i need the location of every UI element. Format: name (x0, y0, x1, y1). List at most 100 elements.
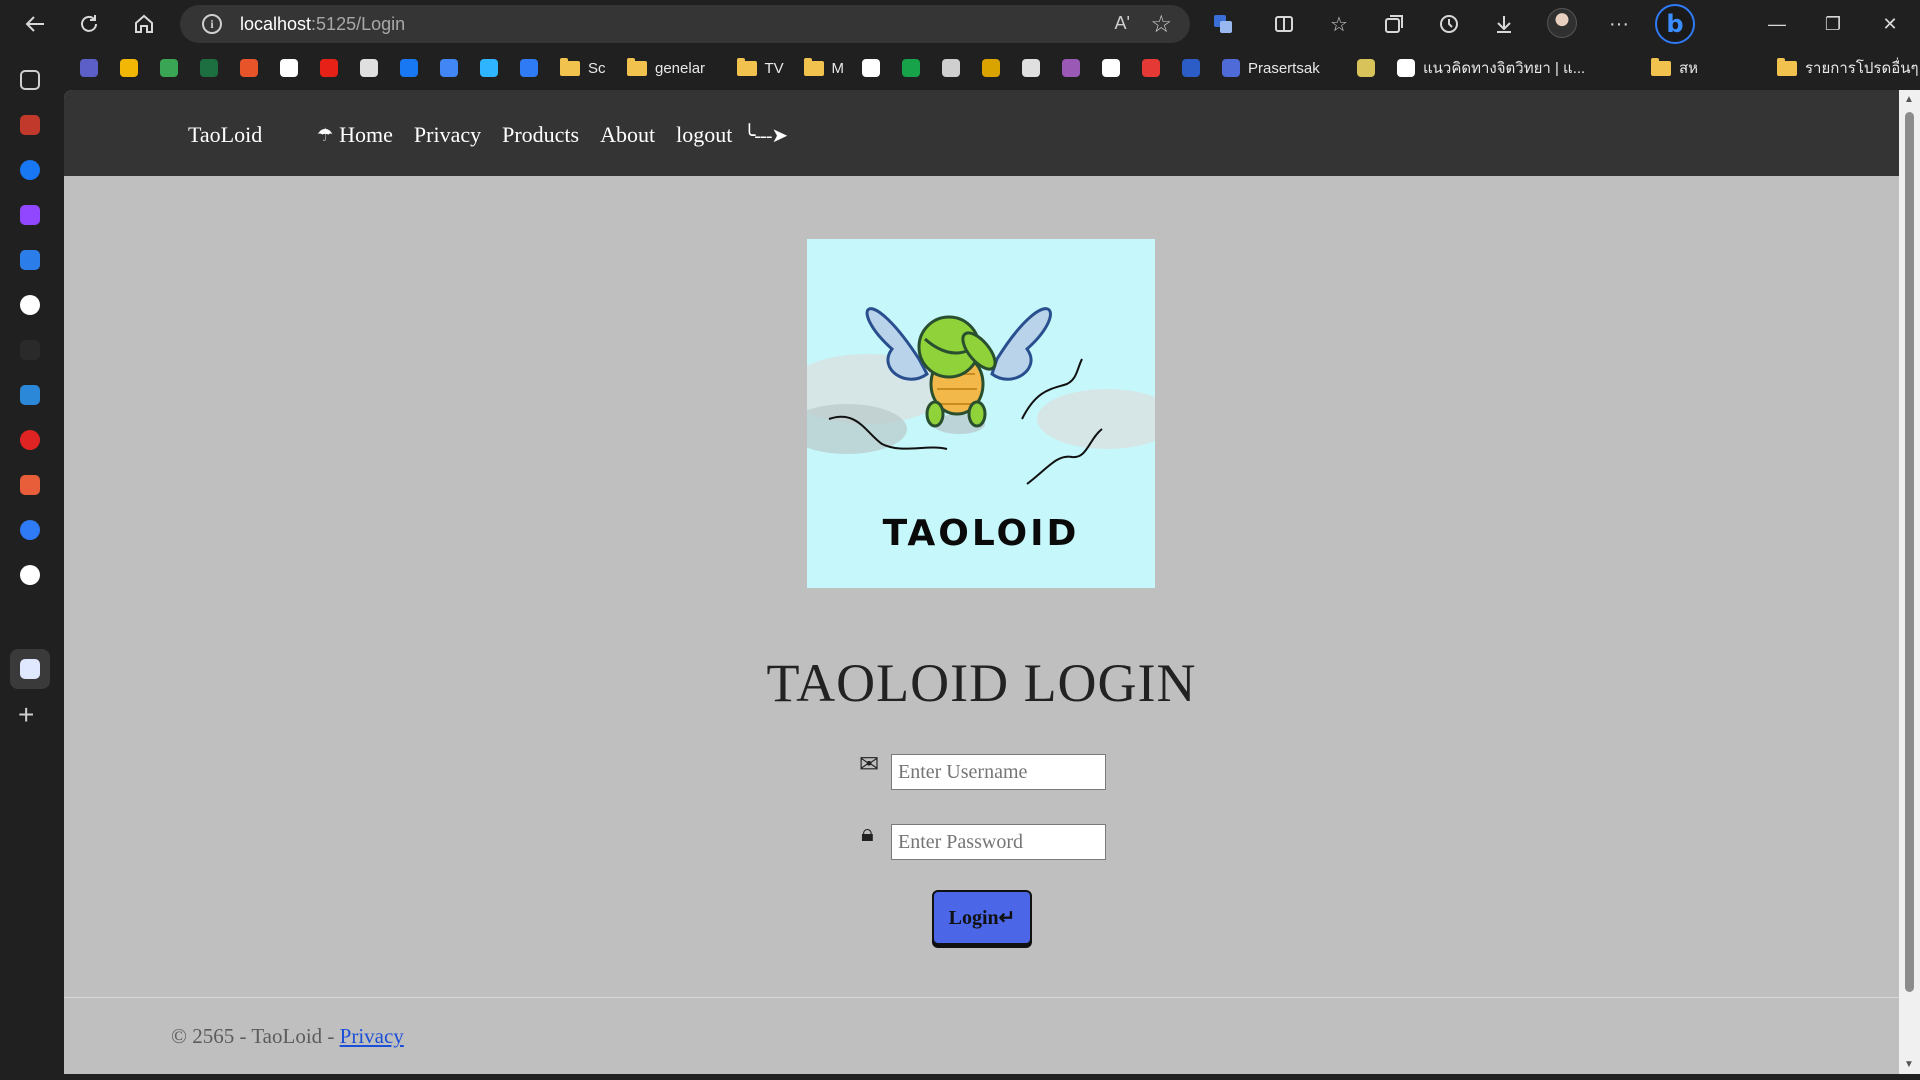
favorite-star-icon[interactable]: ☆ (1150, 10, 1172, 39)
site-favicon-icon (320, 59, 338, 77)
nav-privacy[interactable]: Privacy (414, 122, 481, 148)
address-bar[interactable]: i localhost:5125/Login Aʹ ☆ (180, 5, 1190, 43)
favorite-link[interactable] (1022, 57, 1048, 79)
favorite-folder[interactable]: สห (1651, 57, 1698, 79)
google-sidebar-icon[interactable] (20, 295, 40, 315)
site-favicon-icon (200, 59, 218, 77)
history-icon[interactable] (1433, 8, 1465, 40)
close-icon[interactable]: ✕ (1862, 6, 1918, 42)
site-favicon-icon (1357, 59, 1375, 77)
footer-privacy-link[interactable]: Privacy (340, 1024, 404, 1048)
favorite-link[interactable] (902, 57, 928, 79)
favorite-link[interactable] (400, 57, 426, 79)
tab-actions-icon[interactable] (20, 70, 40, 90)
app-sidebar-icon-red[interactable] (20, 430, 40, 450)
scroll-up-icon[interactable]: ▲ (1904, 94, 1914, 105)
favorite-label: TV (764, 59, 784, 77)
nav-home[interactable]: Home (339, 122, 393, 148)
favorite-folder[interactable]: M (803, 57, 844, 79)
favorites-bar: Sc genelar TV M Prasertsak แนวคิดทางจิตวิทยา … (64, 52, 1920, 84)
folder-icon (736, 57, 757, 76)
favorite-link[interactable] (480, 57, 506, 79)
favorite-link[interactable] (1142, 57, 1168, 79)
outlook-sidebar-icon[interactable] (20, 385, 40, 405)
favorite-folder[interactable]: Sc (560, 57, 606, 79)
site-favicon-icon (1222, 59, 1240, 77)
site-favicon-icon (160, 59, 178, 77)
nav-logout[interactable]: logout (676, 122, 732, 148)
site-favicon-icon (400, 59, 418, 77)
favorite-link[interactable] (982, 57, 1008, 79)
favorite-folder[interactable]: TV (736, 57, 784, 79)
edge-sidebar: + (0, 52, 64, 1080)
collections-icon[interactable] (1378, 8, 1410, 40)
favorite-link[interactable] (440, 57, 466, 79)
minimize-icon[interactable]: — (1749, 6, 1805, 42)
favorite-link[interactable] (80, 57, 106, 79)
favorite-link[interactable] (862, 57, 888, 79)
page-scrollbar[interactable]: ▲ ▼ (1899, 90, 1920, 1074)
url-text[interactable]: localhost:5125/Login (240, 14, 405, 35)
dollar-sidebar-icon[interactable] (20, 340, 40, 360)
restore-icon[interactable]: ❐ (1805, 6, 1861, 42)
site-favicon-icon (1022, 59, 1040, 77)
logout-arrow-icon: ╰---➤ (743, 124, 788, 147)
favorite-link[interactable] (1062, 57, 1088, 79)
folder-icon (803, 57, 824, 76)
facebook-sidebar-icon[interactable] (20, 160, 40, 180)
home-icon[interactable] (128, 8, 160, 40)
favorite-link[interactable] (240, 57, 266, 79)
back-icon[interactable] (19, 8, 51, 40)
contacts-sidebar-icon[interactable] (20, 250, 40, 270)
read-aloud-icon[interactable]: Aʹ (1115, 13, 1130, 34)
nav-links: ☂ Home Privacy Products About logout ╰--… (317, 122, 788, 148)
translate-icon[interactable] (1207, 8, 1239, 40)
favorite-link[interactable] (1182, 57, 1208, 79)
site-favicon-icon (862, 59, 880, 77)
favorite-link[interactable] (280, 57, 306, 79)
nav-products[interactable]: Products (502, 122, 579, 148)
favorite-label: แนวคิดทางจิตวิทยา | แ... (1423, 60, 1586, 77)
bing-chat-icon[interactable]: b (1655, 4, 1695, 44)
favorite-link[interactable] (120, 57, 146, 79)
favorite-label: genelar (655, 59, 706, 77)
favorite-link[interactable] (360, 57, 386, 79)
profile-avatar[interactable] (1547, 8, 1577, 38)
password-input[interactable] (891, 824, 1106, 860)
username-input[interactable] (891, 754, 1106, 790)
nav-about[interactable]: About (600, 122, 655, 148)
login-button[interactable]: Login↵ (932, 890, 1032, 945)
favorite-link[interactable] (320, 57, 346, 79)
favorite-label: Sc (588, 59, 606, 77)
add-sidebar-icon[interactable]: + (18, 701, 34, 729)
favorites-icon[interactable]: ☆ (1323, 8, 1355, 40)
favorite-link[interactable] (160, 57, 186, 79)
favorite-link[interactable]: แนวคิดทางจิตวิทยา | แ... (1397, 57, 1585, 79)
app-sidebar-icon-blue[interactable] (20, 520, 40, 540)
more-options-icon[interactable]: ··· (1603, 8, 1635, 40)
split-screen-icon[interactable] (1268, 8, 1300, 40)
page-viewport: TaoLoid ☂ Home Privacy Products About lo… (64, 90, 1899, 1074)
twitch-sidebar-icon[interactable] (20, 205, 40, 225)
app-sidebar-icon-orange[interactable] (20, 475, 40, 495)
favorite-folder[interactable]: genelar (627, 57, 705, 79)
downloads-icon[interactable] (1488, 8, 1520, 40)
favorite-link[interactable] (942, 57, 968, 79)
site-brand[interactable]: TaoLoid (188, 122, 262, 148)
favorite-link[interactable] (200, 57, 226, 79)
favorite-folder[interactable]: รายการโปรดอื่นๆ (1777, 57, 1919, 79)
browser-toolbar: i localhost:5125/Login Aʹ ☆ ☆ ··· b — ❐ … (0, 0, 1920, 48)
youtube-sidebar-icon[interactable] (20, 115, 40, 135)
favorite-link[interactable] (520, 57, 546, 79)
scroll-down-icon[interactable]: ▼ (1904, 1059, 1914, 1070)
footer-divider (64, 997, 1899, 998)
favorite-link[interactable]: Prasertsak (1222, 57, 1320, 79)
github-sidebar-icon[interactable] (20, 565, 40, 585)
refresh-icon[interactable] (73, 8, 105, 40)
scroll-thumb[interactable] (1905, 112, 1914, 992)
notes-sidebar-icon[interactable] (20, 659, 40, 679)
site-info-icon[interactable]: i (202, 14, 222, 34)
favorite-label: สห (1679, 60, 1699, 77)
favorite-link[interactable] (1357, 57, 1383, 79)
favorite-link[interactable] (1102, 57, 1128, 79)
